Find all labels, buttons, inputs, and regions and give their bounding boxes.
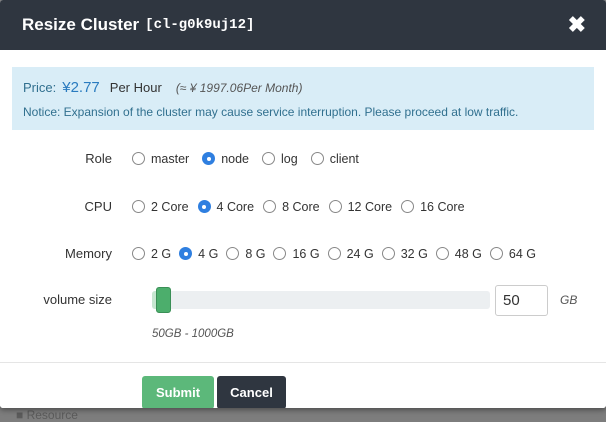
radio-circle-icon[interactable] <box>197 200 211 213</box>
role-option-label: master <box>151 151 190 166</box>
radio-circle-icon[interactable] <box>132 247 145 260</box>
radio-circle-icon[interactable] <box>401 200 415 213</box>
role-label: Role <box>85 151 112 166</box>
cpu-option-label: 2 Core <box>151 199 189 214</box>
slider-handle[interactable] <box>156 287 171 313</box>
radio-circle-icon[interactable] <box>489 247 503 260</box>
price-notice-box: Price: ¥2.77 Per Hour (≈ ¥ 1997.06Per Mo… <box>12 67 594 130</box>
resize-cluster-dialog: Resize Cluster [cl-g0k9uj12] ✖ Price: ¥2… <box>0 0 606 408</box>
cpu-option-label: 12 Core <box>347 199 393 214</box>
price-per-month: (≈ ¥ 1997.06Per Month) <box>175 81 303 95</box>
role-option-label: log <box>281 151 298 166</box>
price-value: ¥2.77 <box>62 79 100 96</box>
cluster-id: [cl-g0k9uj12] <box>145 17 255 33</box>
radio-circle-icon[interactable] <box>327 247 341 260</box>
role-option-3[interactable]: client <box>310 151 359 166</box>
cpu-option-4[interactable]: 16 Core <box>401 199 465 214</box>
radio-circle-icon[interactable] <box>262 152 276 165</box>
memory-option-label: 32 G <box>400 246 428 261</box>
background-partial-text: ■ Resource <box>16 408 78 422</box>
memory-option-label: 2 G <box>151 246 172 261</box>
memory-row: Memory 2 G 4 G 8 G 16 G 24 G 32 G 48 G 64 G <box>0 246 606 261</box>
memory-label: Memory <box>65 246 112 261</box>
volume-slider[interactable] <box>152 287 490 313</box>
memory-option-7[interactable]: 64 G <box>489 246 537 261</box>
price-unit: Per Hour <box>109 80 162 95</box>
memory-option-label: 8 G <box>245 246 266 261</box>
memory-option-2[interactable]: 8 G <box>226 247 265 261</box>
radio-circle-icon[interactable] <box>381 247 395 260</box>
role-row: Role master node log client <box>0 151 606 166</box>
role-option-2[interactable]: log <box>262 152 298 166</box>
radio-circle-icon[interactable] <box>435 247 449 260</box>
volume-unit: GB <box>560 293 578 307</box>
radio-circle-icon[interactable] <box>328 200 342 213</box>
role-options: master node log client <box>132 152 372 166</box>
radio-circle-icon[interactable] <box>263 200 277 213</box>
price-label: Price: <box>23 80 57 95</box>
dialog-footer: Submit Cancel <box>0 362 606 408</box>
role-option-label: client <box>329 151 359 166</box>
cpu-option-label: 16 Core <box>420 199 465 214</box>
volume-size-input[interactable] <box>495 285 548 316</box>
radio-circle-icon[interactable] <box>179 247 193 260</box>
memory-option-5[interactable]: 32 G <box>381 246 428 261</box>
dialog-title: Resize Cluster <box>22 15 140 34</box>
memory-option-label: 48 G <box>454 246 482 261</box>
submit-button[interactable]: Submit <box>142 376 214 408</box>
role-option-1[interactable]: node <box>202 152 249 166</box>
role-option-0[interactable]: master <box>132 152 189 166</box>
dialog-header: Resize Cluster [cl-g0k9uj12] ✖ <box>0 0 606 50</box>
cpu-option-2[interactable]: 8 Core <box>263 200 320 214</box>
radio-circle-icon[interactable] <box>273 247 287 260</box>
cpu-label: CPU <box>84 199 112 214</box>
notice-message: Notice: Expansion of the cluster may cau… <box>23 105 519 119</box>
cancel-button[interactable]: Cancel <box>217 376 286 408</box>
close-icon[interactable]: ✖ <box>568 14 586 36</box>
radio-circle-icon[interactable] <box>310 152 324 165</box>
memory-option-label: 4 G <box>198 246 219 261</box>
memory-option-label: 16 G <box>292 246 320 261</box>
memory-option-6[interactable]: 48 G <box>435 246 482 261</box>
radio-circle-icon[interactable] <box>226 247 240 260</box>
radio-circle-icon[interactable] <box>202 152 216 165</box>
role-option-label: node <box>221 151 250 166</box>
cpu-option-1[interactable]: 4 Core <box>197 199 255 214</box>
memory-option-4[interactable]: 24 G <box>327 246 374 261</box>
memory-option-3[interactable]: 16 G <box>273 246 320 261</box>
volume-label: volume size <box>43 292 112 307</box>
radio-circle-icon[interactable] <box>132 152 145 165</box>
price-line: Price: ¥2.77 Per Hour (≈ ¥ 1997.06Per Mo… <box>23 79 584 96</box>
cpu-option-label: 8 Core <box>282 199 320 214</box>
cpu-option-3[interactable]: 12 Core <box>328 199 393 214</box>
cpu-option-label: 4 Core <box>216 199 255 214</box>
radio-circle-icon[interactable] <box>132 200 145 213</box>
cpu-options: 2 Core 4 Core 8 Core 12 Core 16 Core <box>132 200 474 214</box>
volume-range-hint: 50GB - 1000GB <box>152 328 234 340</box>
memory-option-label: 24 G <box>346 246 374 261</box>
memory-option-label: 64 G <box>508 246 537 261</box>
memory-option-0[interactable]: 2 G <box>132 247 171 261</box>
cpu-row: CPU 2 Core 4 Core 8 Core 12 Core 16 Core <box>0 199 606 214</box>
cpu-option-0[interactable]: 2 Core <box>132 200 189 214</box>
memory-options: 2 G 4 G 8 G 16 G 24 G 32 G 48 G 64 G <box>132 247 544 261</box>
memory-option-1[interactable]: 4 G <box>179 247 218 261</box>
